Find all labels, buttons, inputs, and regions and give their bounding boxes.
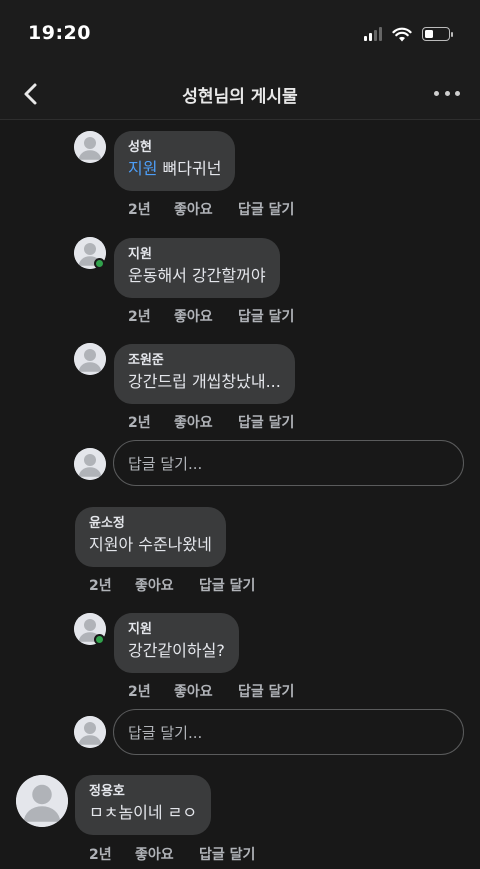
comment-actions: 2년 좋아요 답글 달기 — [128, 306, 294, 326]
comment-bubble[interactable]: 정용호 ㅁㅊ놈이네 ㄹㅇ — [75, 775, 212, 835]
default-avatar-icon — [16, 775, 68, 827]
wifi-icon — [392, 27, 412, 41]
comment-time[interactable]: 2년 — [128, 412, 174, 432]
online-status-icon — [94, 258, 105, 269]
reply-button[interactable]: 답글 달기 — [199, 844, 255, 864]
status-time: 19:20 — [28, 22, 91, 44]
comment-time[interactable]: 2년 — [128, 306, 174, 326]
like-button[interactable]: 좋아요 — [174, 199, 238, 219]
comment-author[interactable]: 정용호 — [89, 783, 197, 801]
reply-button[interactable]: 답글 달기 — [238, 306, 294, 326]
comment-thread[interactable]: 성현 지원 뼈다귀넌 2년 좋아요 답글 달기 지원 운동해서 강간할꺼야 2년… — [0, 121, 480, 869]
reply-input-placeholder: 답글 달기... — [128, 723, 203, 742]
comment-actions: 2년 좋아요 답글 달기 — [89, 575, 255, 595]
comment-author[interactable]: 성현 — [128, 139, 221, 157]
default-avatar-icon — [74, 448, 106, 480]
comment-time[interactable]: 2년 — [128, 199, 174, 219]
default-avatar-icon — [74, 343, 106, 375]
default-avatar-icon — [74, 716, 106, 748]
like-button[interactable]: 좋아요 — [135, 844, 199, 864]
page-title: 성현님의 게시물 — [182, 87, 298, 107]
more-options-button[interactable] — [434, 82, 460, 104]
comment-author[interactable]: 지원 — [128, 621, 225, 639]
avatar[interactable] — [74, 343, 106, 375]
avatar — [74, 448, 106, 480]
reply-button[interactable]: 답글 달기 — [238, 681, 294, 701]
comment-time[interactable]: 2년 — [89, 844, 135, 864]
comment-bubble[interactable]: 지원 운동해서 강간할꺼야 — [114, 238, 280, 298]
avatar[interactable] — [16, 775, 68, 827]
default-avatar-icon — [74, 131, 106, 163]
reply-button[interactable]: 답글 달기 — [199, 575, 255, 595]
comment-bubble[interactable]: 조원준 강간드립 개씹창났내... — [114, 344, 295, 404]
comment-text: 강간같이하실? — [128, 641, 225, 660]
reply-button[interactable]: 답글 달기 — [238, 412, 294, 432]
comment-time[interactable]: 2년 — [89, 575, 135, 595]
comment-actions: 2년 좋아요 답글 달기 — [128, 681, 294, 701]
top-nav-bar: 성현님의 게시물 — [0, 68, 480, 120]
avatar — [74, 716, 106, 748]
reply-input-placeholder: 답글 달기... — [128, 454, 203, 473]
status-icons — [364, 24, 453, 44]
like-button[interactable]: 좋아요 — [174, 681, 238, 701]
comment-bubble[interactable]: 지원 강간같이하실? — [114, 613, 239, 673]
comment-actions: 2년 좋아요 답글 달기 — [128, 199, 294, 219]
like-button[interactable]: 좋아요 — [174, 306, 238, 326]
status-bar: 19:20 — [0, 0, 480, 68]
like-button[interactable]: 좋아요 — [135, 575, 199, 595]
comment-author[interactable]: 지원 — [128, 246, 266, 264]
like-button[interactable]: 좋아요 — [174, 412, 238, 432]
comment-bubble[interactable]: 성현 지원 뼈다귀넌 — [114, 131, 236, 191]
comment-author[interactable]: 조원준 — [128, 352, 281, 370]
mention-link[interactable]: 지원 — [128, 159, 157, 178]
reply-input[interactable]: 답글 달기... — [113, 709, 464, 755]
comment-actions: 2년 좋아요 답글 달기 — [128, 412, 294, 432]
reply-input[interactable]: 답글 달기... — [113, 440, 464, 486]
comment-text: ㅁㅊ놈이네 ㄹㅇ — [89, 803, 198, 822]
avatar[interactable] — [74, 131, 106, 163]
comment-text: 강간드립 개씹창났내... — [128, 372, 281, 391]
comment-time[interactable]: 2년 — [128, 681, 174, 701]
reply-button[interactable]: 답글 달기 — [238, 199, 294, 219]
comment-text: 운동해서 강간할꺼야 — [128, 266, 266, 285]
online-status-icon — [94, 634, 105, 645]
comment-author[interactable]: 윤소정 — [89, 515, 212, 533]
more-dots-icon — [434, 90, 439, 96]
comment-bubble[interactable]: 윤소정 지원아 수준나왔네 — [75, 507, 226, 567]
comment-text: 지원아 수준나왔네 — [89, 535, 212, 554]
signal-icon — [364, 27, 382, 41]
battery-icon — [422, 27, 453, 41]
comment-actions: 2년 좋아요 답글 달기 — [89, 844, 255, 864]
comment-text: 지원 뼈다귀넌 — [128, 159, 222, 178]
